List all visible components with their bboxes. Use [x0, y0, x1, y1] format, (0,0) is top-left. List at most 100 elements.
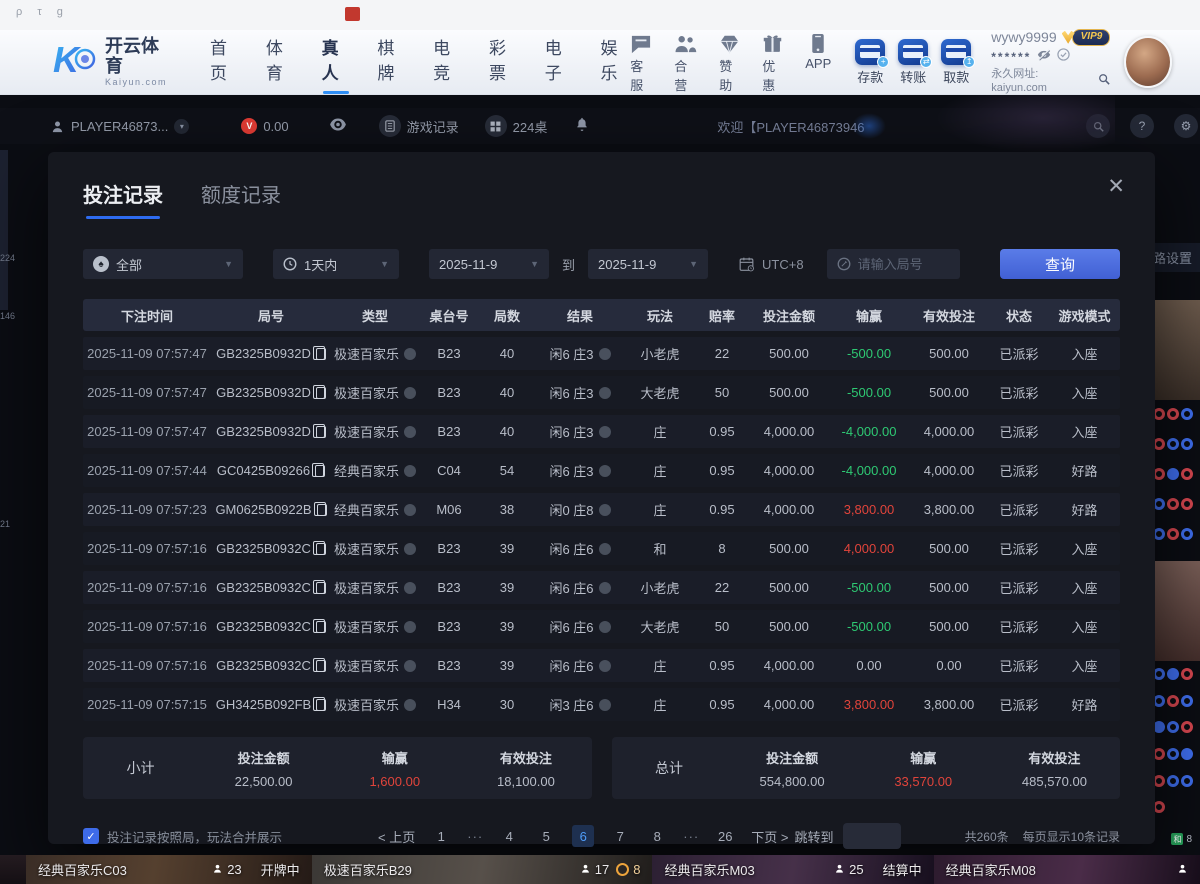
info-icon[interactable] [404, 387, 416, 399]
jump-to-input[interactable] [843, 823, 901, 849]
wallet-link-存款[interactable]: +存款 [855, 39, 885, 86]
menu-item[interactable]: 棋牌 [376, 30, 407, 94]
live-table-tile[interactable]: 经典百家乐C0323开牌中 [26, 855, 312, 884]
quick-link-APP[interactable]: APP [805, 30, 831, 94]
info-icon[interactable] [404, 660, 416, 672]
live-table-tile[interactable]: 经典百家乐M08 [934, 855, 1200, 884]
prev-page-button[interactable]: < 上页 [378, 827, 415, 846]
next-page-button[interactable]: 下页 > [751, 827, 788, 846]
menu-item[interactable]: 体育 [265, 30, 296, 94]
eye-off-icon[interactable] [1037, 47, 1051, 67]
magnifier-icon[interactable] [1098, 73, 1110, 90]
chevron-down-icon[interactable]: ▾ [174, 119, 189, 134]
user-avatar[interactable] [1124, 36, 1172, 88]
verify-check-icon[interactable] [1057, 47, 1070, 67]
table-status: 结算中 [883, 860, 922, 879]
wallet-link-取款[interactable]: ↥取款 [941, 39, 971, 86]
info-icon[interactable] [404, 504, 416, 516]
copy-icon[interactable] [316, 582, 326, 594]
copy-icon[interactable] [316, 426, 326, 438]
copy-icon[interactable] [316, 543, 326, 555]
info-icon[interactable] [599, 582, 611, 594]
dealer-video-fragment[interactable] [1154, 300, 1200, 400]
date-from-picker[interactable]: 2025-11-9 ▼ [429, 249, 549, 279]
info-icon[interactable] [599, 699, 611, 711]
info-icon[interactable] [404, 543, 416, 555]
menu-item[interactable]: 首页 [209, 30, 240, 94]
page-number[interactable]: 8 [646, 825, 668, 847]
bell-icon[interactable] [575, 117, 589, 135]
menu-item[interactable]: 娱乐 [600, 30, 631, 94]
total-win-value: 33,570.00 [858, 774, 989, 789]
game-mode: 入座 [1049, 539, 1120, 558]
quick-link-赞助[interactable]: 赞助 [719, 30, 740, 94]
time-range-dropdown[interactable]: 1天内 ▼ [273, 249, 399, 279]
page-number[interactable]: 26 [714, 825, 736, 847]
info-icon[interactable] [404, 426, 416, 438]
info-icon[interactable] [599, 348, 611, 360]
info-icon[interactable] [599, 543, 611, 555]
quick-link-优惠[interactable]: 优惠 [762, 30, 783, 94]
info-icon[interactable] [599, 426, 611, 438]
live-table-tile[interactable]: 经典百家乐M0325结算中 [652, 855, 933, 884]
info-icon[interactable] [599, 504, 611, 516]
info-icon[interactable] [404, 621, 416, 633]
menu-item[interactable]: 电子 [544, 30, 575, 94]
round-id: GB2325B0932D [211, 346, 331, 361]
help-icon[interactable]: ? [1130, 114, 1154, 138]
copy-icon[interactable] [317, 504, 327, 516]
merge-checkbox[interactable]: ✓ [83, 828, 99, 844]
valid-bet: 500.00 [909, 619, 989, 634]
badge-dot: ⇄ [920, 56, 932, 68]
info-icon[interactable] [599, 621, 611, 633]
eye-icon[interactable] [329, 118, 347, 134]
round-count: 40 [479, 424, 535, 439]
close-icon[interactable]: ✕ [1107, 174, 1125, 199]
modal-tab[interactable]: 投注记录 [83, 179, 163, 208]
info-icon[interactable] [599, 465, 611, 477]
copy-icon[interactable] [316, 387, 326, 399]
dealer-video-fragment[interactable] [1154, 561, 1200, 661]
info-icon[interactable] [599, 660, 611, 672]
copy-icon[interactable] [315, 465, 325, 477]
query-button[interactable]: 查询 [1000, 249, 1120, 279]
info-icon[interactable] [404, 582, 416, 594]
info-icon[interactable] [404, 465, 416, 477]
balance-value: 0.00 [263, 119, 288, 134]
copy-icon[interactable] [316, 660, 326, 672]
quick-link-客服[interactable]: 客服 [630, 30, 652, 94]
date-to-picker[interactable]: 2025-11-9 ▼ [588, 249, 708, 279]
menu-item[interactable]: 电竞 [432, 30, 463, 94]
roadmap-dot [1181, 775, 1193, 787]
info-icon[interactable] [404, 699, 416, 711]
info-icon[interactable] [404, 348, 416, 360]
balance-group[interactable]: V 0.00 [241, 118, 288, 134]
page-number[interactable]: 1 [430, 825, 452, 847]
category-dropdown[interactable]: ♠ 全部 ▼ [83, 249, 243, 279]
player-account[interactable]: PLAYER46873... ▾ [50, 119, 189, 134]
game-record-link[interactable]: 游戏记录 [379, 115, 459, 137]
info-icon[interactable] [599, 387, 611, 399]
page-number[interactable]: 6 [572, 825, 594, 847]
timezone-group[interactable]: UTC+8 [738, 256, 804, 272]
copy-icon[interactable] [316, 348, 326, 360]
round-search-field[interactable] [827, 249, 960, 279]
round-search-input[interactable] [858, 257, 944, 272]
menu-item[interactable]: 真人 [321, 30, 352, 94]
wallet-link-转账[interactable]: ⇄转账 [898, 39, 928, 86]
tables-count-link[interactable]: 224桌 [485, 115, 548, 137]
site-logo[interactable]: K 开云体育 Kaiyun.com [52, 37, 167, 88]
page-number[interactable]: 7 [609, 825, 631, 847]
quick-link-合营[interactable]: 合营 [674, 30, 697, 94]
bet-time: 2025-11-09 07:57:16 [83, 541, 211, 556]
settings-icon[interactable]: ⚙ [1174, 114, 1198, 138]
modal-tab[interactable]: 额度记录 [201, 179, 281, 208]
copy-icon[interactable] [316, 699, 326, 711]
total-bet-label: 投注金额 [727, 748, 858, 767]
page-number[interactable]: 4 [498, 825, 520, 847]
page-number[interactable]: 5 [535, 825, 557, 847]
copy-icon[interactable] [316, 621, 326, 633]
live-table-tile[interactable]: 极速百家乐B29178 [312, 855, 653, 884]
menu-item[interactable]: 彩票 [488, 30, 519, 94]
subtotal-bet-value: 22,500.00 [198, 774, 329, 789]
